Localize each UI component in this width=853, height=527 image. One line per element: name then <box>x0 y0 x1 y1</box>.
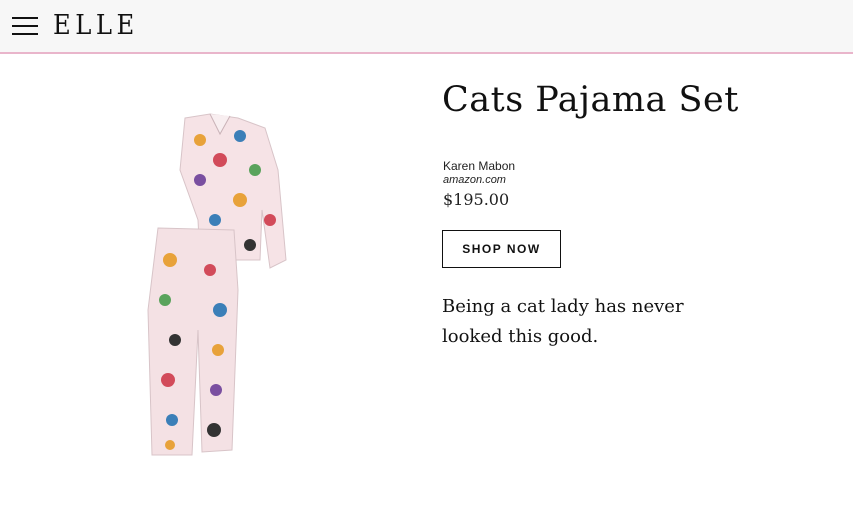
product-description: Being a cat lady has never looked this g… <box>442 296 684 347</box>
hamburger-menu-icon[interactable] <box>12 13 38 39</box>
elle-logo[interactable]: ELLE <box>53 12 139 40</box>
product-retailer[interactable]: amazon.com <box>443 174 506 186</box>
pajama-illustration <box>147 113 287 456</box>
product-image[interactable] <box>140 110 300 460</box>
shop-now-button[interactable]: SHOP NOW <box>442 230 561 268</box>
site-header: ELLE <box>0 0 853 54</box>
product-title: Cats Pajama Set <box>442 80 739 120</box>
product-brand: Karen Mabon <box>443 159 516 173</box>
product-price: $195.00 <box>443 190 510 209</box>
